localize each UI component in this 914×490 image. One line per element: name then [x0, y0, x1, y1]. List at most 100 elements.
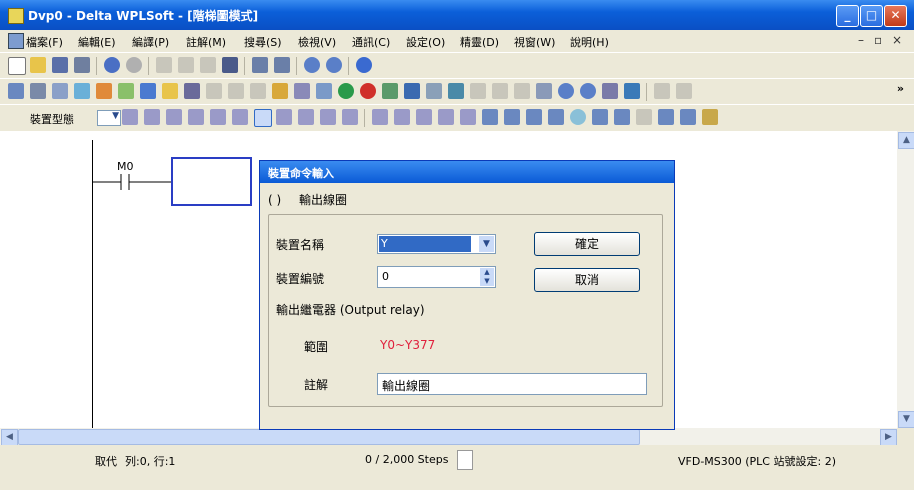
- write-plc-icon[interactable]: [228, 83, 244, 99]
- monitor-icon[interactable]: [140, 83, 156, 99]
- insert-row-icon[interactable]: [504, 109, 520, 125]
- ladder-monitor-icon[interactable]: [294, 83, 310, 99]
- open-file-icon[interactable]: [30, 57, 46, 73]
- comment-input[interactable]: 輸出線圈: [377, 373, 647, 395]
- copy-icon[interactable]: [178, 57, 194, 73]
- nc-contact-icon[interactable]: [144, 109, 160, 125]
- horizontal-scroll-thumb[interactable]: [18, 429, 640, 445]
- network-comment-icon[interactable]: [548, 109, 564, 125]
- decrement-icon[interactable]: ▼: [480, 277, 494, 286]
- online-edit-icon[interactable]: [382, 83, 398, 99]
- application-instruction-icon[interactable]: [276, 109, 292, 125]
- online-icon[interactable]: [104, 57, 120, 73]
- menu-settings[interactable]: 設定(O): [406, 34, 445, 50]
- menu-window[interactable]: 視窗(W): [514, 34, 555, 50]
- save-icon[interactable]: [52, 57, 68, 73]
- vertical-scrollbar[interactable]: ▲ ▼: [897, 131, 914, 428]
- bookmark-icon[interactable]: [602, 83, 618, 99]
- horizontal-scrollbar[interactable]: ◀ ▶: [0, 428, 897, 446]
- maximize-button[interactable]: □: [860, 5, 883, 27]
- toolbar-overflow-icon[interactable]: »: [897, 82, 904, 95]
- menu-edit[interactable]: 編輯(E): [78, 34, 116, 50]
- close-button[interactable]: ✕: [884, 5, 907, 27]
- transfer-icon[interactable]: [404, 83, 420, 99]
- device-number-stepper[interactable]: 0 ▲ ▼: [377, 266, 496, 288]
- scroll-up-icon[interactable]: ▲: [898, 132, 914, 149]
- menu-search[interactable]: 搜尋(S): [244, 34, 282, 50]
- menu-compile[interactable]: 編譯(P): [132, 34, 169, 50]
- timer-icon[interactable]: [448, 83, 464, 99]
- edit-pencil-icon[interactable]: [222, 57, 238, 73]
- counter-icon[interactable]: [470, 83, 486, 99]
- increment-icon[interactable]: ▲: [480, 268, 494, 277]
- menu-file[interactable]: 檔案(F): [26, 34, 63, 50]
- mdi-close-icon[interactable]: ×: [892, 33, 902, 47]
- mdi-minimize-icon[interactable]: –: [858, 33, 864, 47]
- mdi-restore-icon[interactable]: ▫: [874, 33, 882, 47]
- option-icon[interactable]: [676, 83, 692, 99]
- find-next-icon[interactable]: [580, 83, 596, 99]
- menu-comment[interactable]: 註解(M): [186, 34, 226, 50]
- list-view-icon[interactable]: [680, 109, 696, 125]
- offline-icon[interactable]: [126, 57, 142, 73]
- folder-icon[interactable]: [162, 83, 178, 99]
- graph-icon[interactable]: [636, 109, 652, 125]
- parallel-nc-icon[interactable]: [232, 109, 248, 125]
- sfc-mode-icon[interactable]: [52, 83, 68, 99]
- document-view-icon[interactable]: [658, 109, 674, 125]
- print-icon[interactable]: [74, 57, 90, 73]
- parallel-no-icon[interactable]: [210, 109, 226, 125]
- help-icon[interactable]: [356, 57, 372, 73]
- undo-icon[interactable]: [252, 57, 268, 73]
- stop-icon[interactable]: [360, 83, 376, 99]
- data-register-icon[interactable]: [492, 83, 508, 99]
- ladder-mode-icon[interactable]: [8, 83, 24, 99]
- step-ladder-icon[interactable]: [372, 109, 388, 125]
- falling-contact-icon[interactable]: [188, 109, 204, 125]
- find-icon[interactable]: [558, 83, 574, 99]
- step-convergence-icon[interactable]: [460, 109, 476, 125]
- mail-icon[interactable]: [614, 109, 630, 125]
- cancel-button[interactable]: 取消: [534, 268, 640, 292]
- step-jump-icon[interactable]: [416, 109, 432, 125]
- instruction-mode-icon[interactable]: [30, 83, 46, 99]
- device-name-select[interactable]: Y ▼: [377, 234, 496, 254]
- menu-help[interactable]: 說明(H): [570, 34, 609, 50]
- memory-icon[interactable]: [592, 109, 608, 125]
- menu-communication[interactable]: 通訊(C): [352, 34, 390, 50]
- table-icon[interactable]: [536, 83, 552, 99]
- tool-icon[interactable]: [654, 83, 670, 99]
- device-monitor-icon[interactable]: [272, 83, 288, 99]
- convert-icon[interactable]: [570, 109, 586, 125]
- compare-icon[interactable]: [250, 83, 266, 99]
- delete-row-icon[interactable]: [526, 109, 542, 125]
- zoom-in-icon[interactable]: [304, 57, 320, 73]
- device-type-combo[interactable]: ▼: [97, 110, 121, 126]
- menu-view[interactable]: 檢視(V): [298, 34, 336, 50]
- scroll-down-icon[interactable]: ▼: [898, 411, 914, 428]
- scroll-left-icon[interactable]: ◀: [1, 429, 18, 446]
- device-comment-icon[interactable]: [74, 83, 90, 99]
- invert-icon[interactable]: [342, 109, 358, 125]
- library-icon[interactable]: [702, 109, 718, 125]
- rising-contact-icon[interactable]: [166, 109, 182, 125]
- block-icon[interactable]: [482, 109, 498, 125]
- menu-wizard[interactable]: 精靈(D): [460, 34, 499, 50]
- paste-icon[interactable]: [200, 57, 216, 73]
- step-divergence-icon[interactable]: [438, 109, 454, 125]
- register-icon[interactable]: [316, 83, 332, 99]
- check-icon[interactable]: [118, 83, 134, 99]
- run-icon[interactable]: [338, 83, 354, 99]
- new-file-icon[interactable]: [8, 57, 26, 75]
- compile-icon[interactable]: [96, 83, 112, 99]
- wizard-icon[interactable]: [184, 83, 200, 99]
- setting-icon[interactable]: [426, 83, 442, 99]
- ok-button[interactable]: 確定: [534, 232, 640, 256]
- pointer-icon[interactable]: [274, 57, 290, 73]
- cut-icon[interactable]: [156, 57, 172, 73]
- network-icon[interactable]: [624, 83, 640, 99]
- no-contact-icon[interactable]: [122, 109, 138, 125]
- step-transfer-icon[interactable]: [394, 109, 410, 125]
- chevron-down-icon[interactable]: ▼: [479, 236, 494, 252]
- read-plc-icon[interactable]: [206, 83, 222, 99]
